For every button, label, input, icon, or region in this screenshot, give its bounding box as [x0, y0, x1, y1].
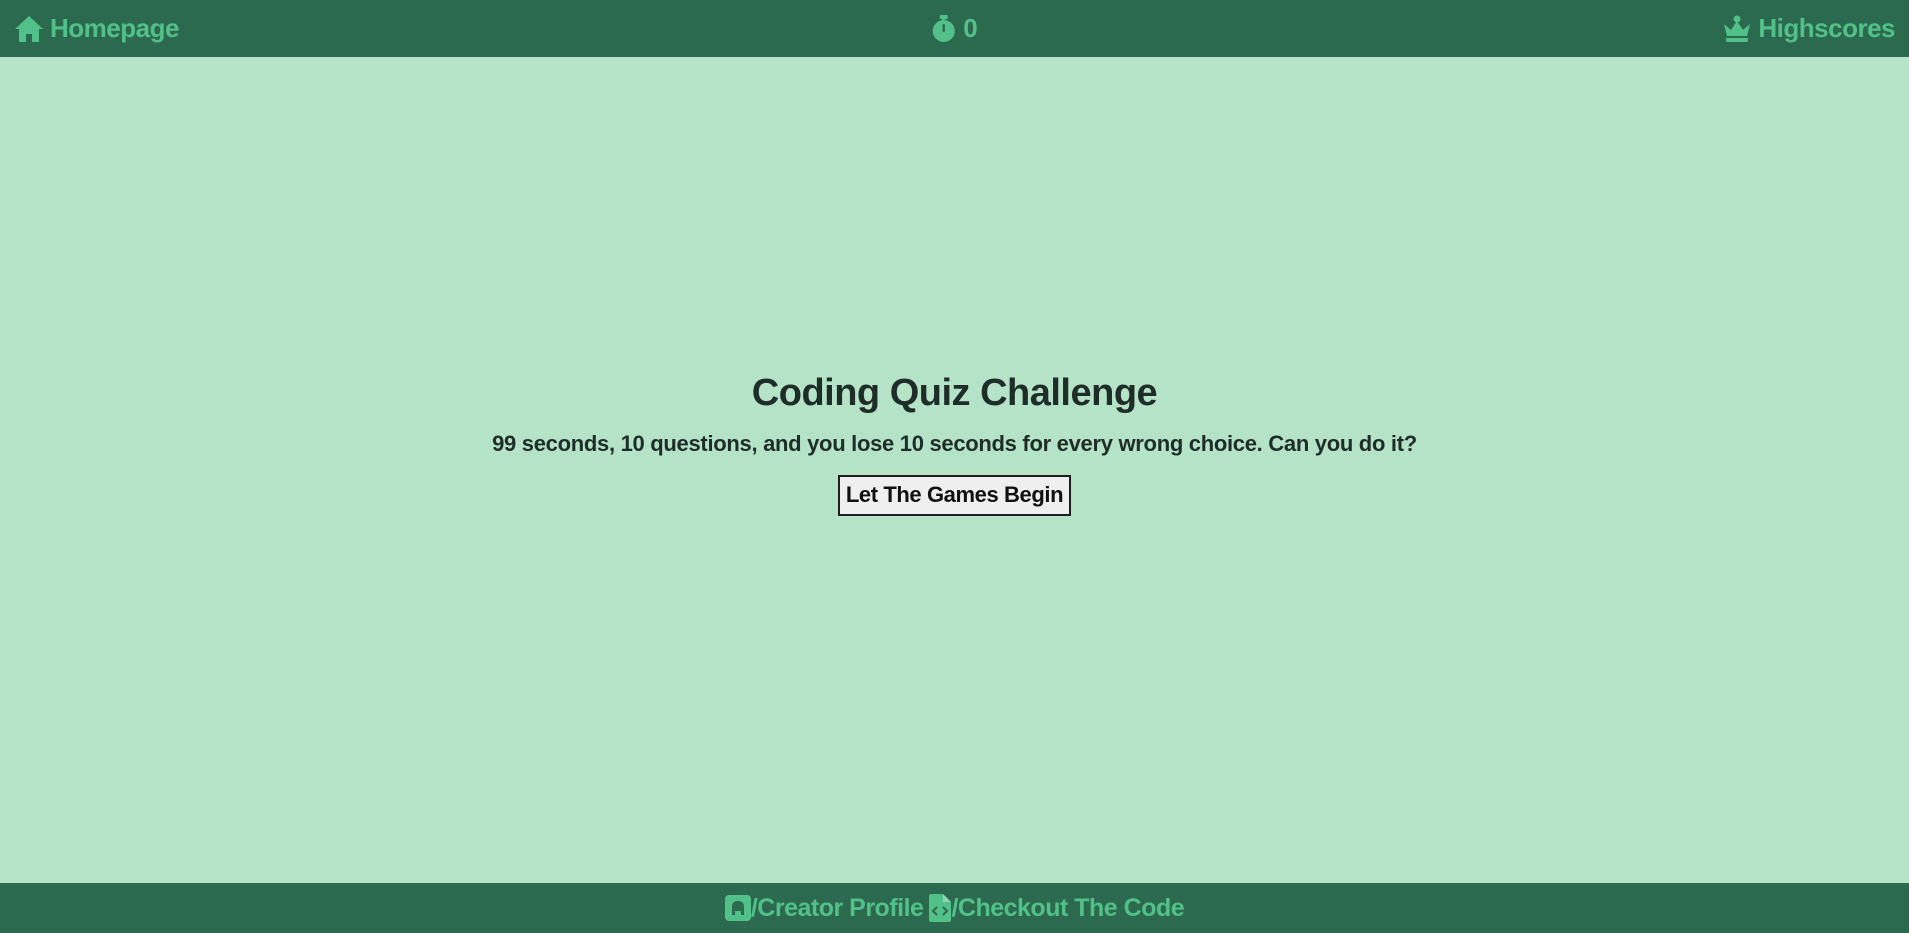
creator-profile-link[interactable]: /Creator Profile: [724, 893, 924, 923]
timer-value: 0: [963, 13, 978, 43]
home-icon: [14, 15, 44, 43]
github-icon: [724, 895, 751, 921]
checkout-code-link[interactable]: /Checkout The Code: [929, 893, 1185, 923]
timer: 0: [931, 0, 978, 57]
checkout-code-label: /Checkout The Code: [951, 893, 1185, 922]
crown-icon: [1722, 15, 1752, 43]
page-title: Coding Quiz Challenge: [751, 372, 1158, 414]
top-navbar: Homepage 0 Highscores: [0, 0, 1909, 57]
homepage-link[interactable]: Homepage: [14, 13, 179, 44]
start-quiz-button[interactable]: Let The Games Begin: [837, 475, 1072, 516]
homepage-label: Homepage: [50, 13, 179, 43]
footer: /Creator Profile /Checkout The Code: [0, 883, 1909, 933]
file-code-icon: [929, 894, 952, 922]
stopwatch-icon: [931, 14, 955, 43]
quiz-intro: Coding Quiz Challenge 99 seconds, 10 que…: [0, 57, 1909, 883]
highscores-label: Highscores: [1758, 13, 1895, 43]
highscores-link[interactable]: Highscores: [1722, 13, 1895, 44]
creator-profile-label: /Creator Profile: [750, 893, 924, 922]
quiz-description: 99 seconds, 10 questions, and you lose 1…: [492, 431, 1417, 456]
